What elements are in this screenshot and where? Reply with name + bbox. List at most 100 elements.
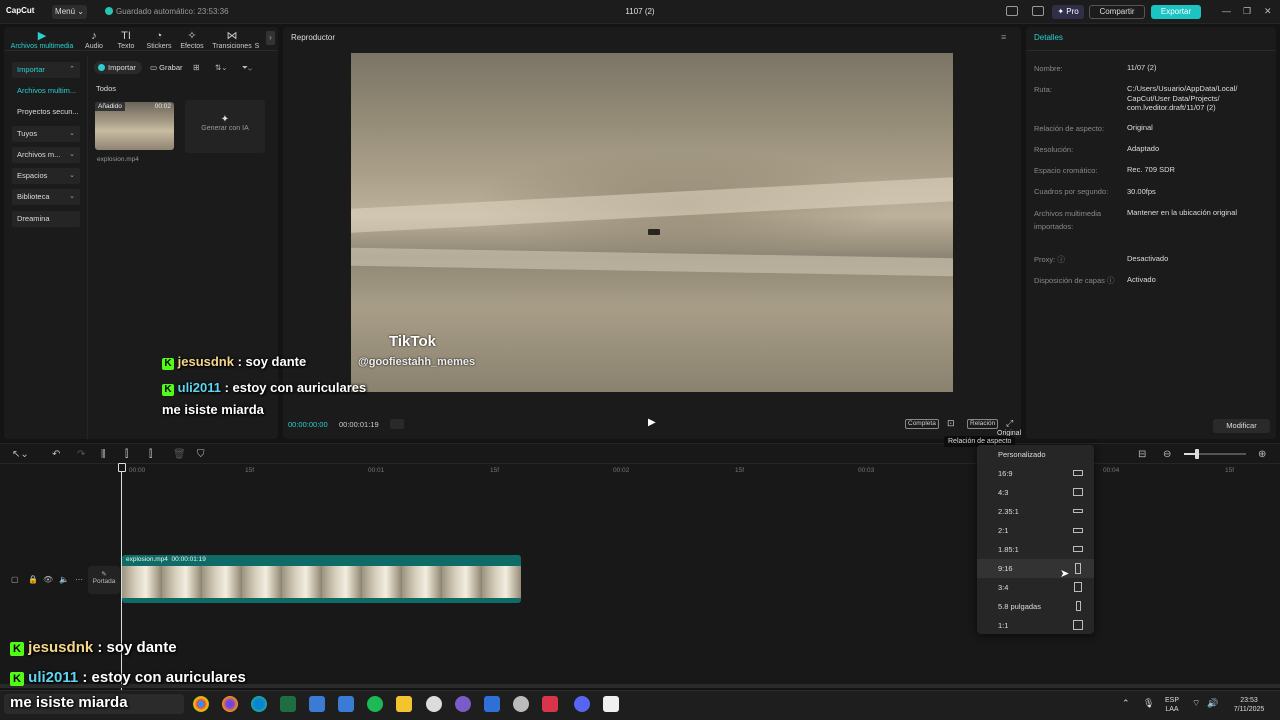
playhead-handle[interactable]: [118, 463, 126, 472]
shortcuts-icon[interactable]: [1032, 6, 1044, 16]
zoom-in-icon[interactable]: ⊕: [1258, 449, 1266, 460]
aspect-option-9-16[interactable]: 9:16: [977, 559, 1094, 578]
play-icon[interactable]: ▶: [648, 417, 658, 429]
app-icon[interactable]: [484, 696, 500, 712]
hamburger-icon[interactable]: ≡: [1001, 32, 1006, 42]
chrome-icon[interactable]: [193, 696, 209, 712]
lock-icon[interactable]: 🔒: [28, 575, 38, 584]
fullscreen-icon[interactable]: ⤢: [1006, 418, 1013, 429]
wifi-icon[interactable]: ⌔: [1192, 698, 1200, 709]
minimize-icon[interactable]: —: [1222, 6, 1231, 16]
notepad-icon[interactable]: [309, 696, 325, 712]
sidebar-item-import[interactable]: Importar ⌃: [12, 62, 80, 78]
fit-screen-icon[interactable]: ⊡: [947, 418, 955, 429]
trim-left-icon[interactable]: ⫿: [125, 449, 128, 460]
grid-view-icon[interactable]: ⊞: [193, 63, 200, 72]
modify-button[interactable]: Modificar: [1213, 419, 1270, 433]
zoom-out-icon[interactable]: ⊖: [1163, 449, 1171, 460]
export-button[interactable]: Exportar: [1151, 5, 1201, 19]
chat-line: K jesusdnk : soy dante: [10, 639, 177, 656]
sidebar-item-yours[interactable]: Tuyos ⌄: [12, 126, 80, 142]
aspect-option-2-35-1[interactable]: 2.35:1: [977, 502, 1094, 521]
steam-icon[interactable]: [513, 696, 529, 712]
menu-button[interactable]: Menú ⌄: [52, 5, 87, 19]
tabs-scroll-right-icon[interactable]: ›: [266, 31, 275, 45]
more-icon[interactable]: ⋯: [75, 575, 83, 584]
aspect-option-2-1[interactable]: 2:1: [977, 521, 1094, 540]
firefox-icon[interactable]: [222, 696, 238, 712]
sidebar-item-label: Tuyos: [17, 129, 38, 138]
filter-icon[interactable]: ⏷⌄: [242, 63, 252, 73]
aspect-option-custom[interactable]: Personalizado: [977, 445, 1094, 464]
ai-label: Generar con IA: [201, 125, 249, 132]
media-thumbnail[interactable]: Añadido 00:02: [95, 102, 174, 150]
timeline-clip[interactable]: explosion.mp4 00:00:01:19: [122, 555, 521, 603]
sort-icon[interactable]: ⇅⌄: [215, 63, 228, 72]
sidebar-item-projects[interactable]: Proyectos secun...: [12, 104, 80, 120]
preview-axis-icon[interactable]: ⊟: [1138, 449, 1146, 460]
thumb-duration: 00:02: [154, 103, 171, 110]
aspect-option-label: 2.35:1: [998, 507, 1019, 516]
sparkle-icon: ✦: [220, 114, 230, 125]
capcut-taskbar-icon[interactable]: [603, 696, 619, 712]
aspect-option-1-1[interactable]: 1:1: [977, 616, 1094, 635]
layout-icon[interactable]: [1006, 6, 1018, 16]
clock[interactable]: 23:53 7/11/2025: [1226, 696, 1272, 714]
tab-more[interactable]: S: [250, 29, 264, 50]
calculator-icon[interactable]: [338, 696, 354, 712]
volume-icon[interactable]: 🔊: [1207, 698, 1218, 709]
marker-icon[interactable]: ⛉: [197, 449, 205, 460]
timecode-grid-icon[interactable]: [390, 419, 404, 429]
sidebar-item-media[interactable]: Archivos multim...: [12, 83, 80, 99]
aspect-ratio-button[interactable]: Relación: [967, 419, 999, 429]
sidebar-item-library[interactable]: Biblioteca ⌄: [12, 189, 80, 205]
track-toggle-icon[interactable]: ▢: [11, 575, 19, 584]
sidebar-item-spaces[interactable]: Espacios ⌄: [12, 168, 80, 184]
road-stripe: [351, 177, 953, 233]
app-icon[interactable]: [455, 696, 471, 712]
redo-icon[interactable]: ↷: [77, 449, 85, 460]
trim-right-icon[interactable]: ⫿: [149, 449, 152, 460]
aspect-option-5-8-inch[interactable]: 5.8 pulgadas: [977, 597, 1094, 616]
aspect-option-1-85-1[interactable]: 1.85:1: [977, 540, 1094, 559]
aspect-option-16-9[interactable]: 16:9: [977, 464, 1094, 483]
chevron-up-icon[interactable]: ⌃: [1122, 698, 1130, 709]
sidebar-item-dreamina[interactable]: Dreamina: [12, 211, 80, 227]
microphone-icon[interactable]: 🎙: [1143, 698, 1154, 709]
spotify-icon[interactable]: [367, 696, 383, 712]
tab-transitions[interactable]: ⋈ Transiciones: [210, 29, 254, 50]
import-button[interactable]: Importar: [94, 61, 142, 74]
undo-icon[interactable]: ↶: [52, 449, 60, 460]
video-preview[interactable]: TikTok @goofiestahh_memes: [351, 53, 953, 392]
speaker-icon[interactable]: 🔈: [59, 575, 69, 584]
sidebar-item-media-files[interactable]: Archivos m... ⌄: [12, 147, 80, 163]
select-tool-icon[interactable]: ↖⌄: [12, 449, 29, 460]
valorant-icon[interactable]: [542, 696, 558, 712]
playhead[interactable]: [121, 464, 122, 690]
record-button[interactable]: ▭ Grabar: [150, 63, 183, 72]
pro-button[interactable]: ✦ Pro: [1052, 5, 1084, 19]
generate-ai-button[interactable]: ✦ Generar con IA: [185, 100, 265, 153]
obs-icon[interactable]: [426, 696, 442, 712]
edge-icon[interactable]: [251, 696, 267, 712]
aspect-option-4-3[interactable]: 4:3: [977, 483, 1094, 502]
detail-value: Mantener en la ubicación original: [1127, 208, 1238, 217]
ruler-label: 00:01: [368, 467, 385, 474]
split-icon[interactable]: ⫼: [101, 449, 106, 460]
tab-media[interactable]: ▶ Archivos multimedia: [6, 29, 78, 50]
delete-icon[interactable]: 🗑: [173, 449, 186, 460]
maximize-icon[interactable]: ❐: [1243, 6, 1251, 17]
excel-icon[interactable]: [280, 696, 296, 712]
file-explorer-icon[interactable]: [396, 696, 412, 712]
thumb-filename: explosion.mp4: [97, 156, 139, 163]
cover-button[interactable]: ✎ Portada: [88, 566, 120, 594]
aspect-option-3-4[interactable]: 3:4: [977, 578, 1094, 597]
discord-icon[interactable]: [574, 696, 590, 712]
eye-icon[interactable]: 👁: [43, 575, 53, 584]
close-icon[interactable]: ✕: [1264, 6, 1272, 17]
zoom-slider-handle[interactable]: [1195, 449, 1199, 459]
language-indicator[interactable]: ESP LAA: [1160, 696, 1184, 714]
full-view-button[interactable]: Completa: [905, 419, 939, 429]
share-button[interactable]: Compartir: [1089, 5, 1145, 19]
tab-effects[interactable]: ✧ Efectos: [173, 29, 211, 50]
